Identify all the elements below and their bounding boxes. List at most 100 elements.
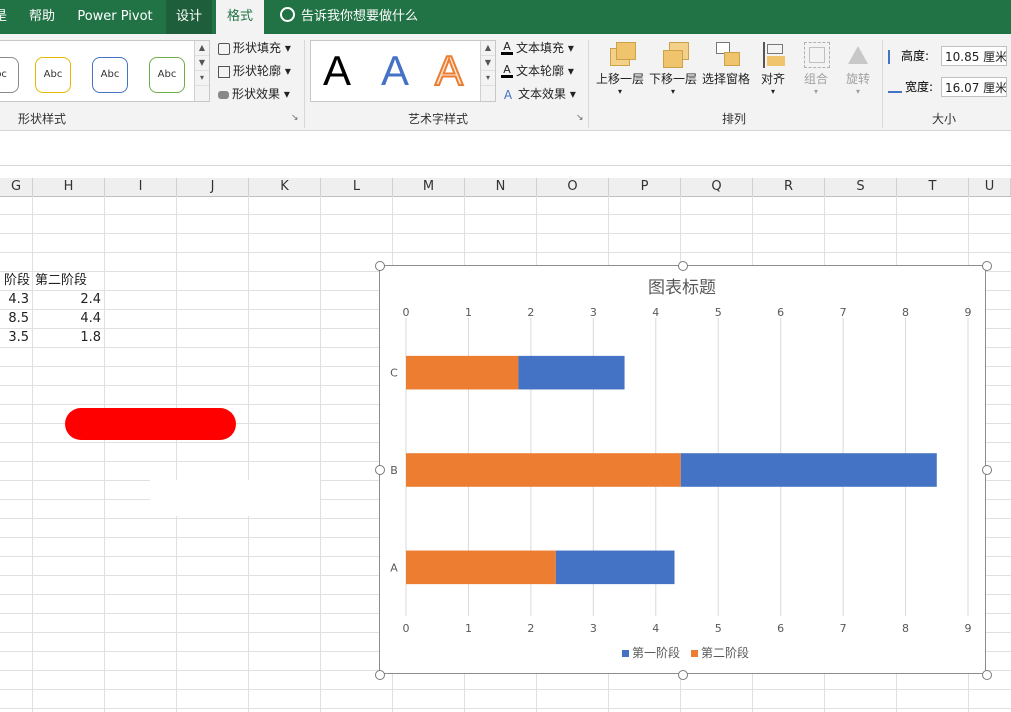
resize-handle-top[interactable] [678, 261, 688, 271]
shape-preset-2[interactable]: Abc [35, 57, 71, 93]
gallery-more-icon[interactable]: ▾ [195, 71, 209, 86]
scroll-up-icon[interactable]: ▲ [195, 41, 209, 56]
chart-legend[interactable]: 第一阶段 第二阶段 [622, 645, 749, 660]
cell-g-row3[interactable]: 3.5 [0, 329, 29, 347]
text-effects-button[interactable]: A 文本效果 ▾ [501, 84, 576, 104]
column-header-k[interactable]: K [249, 178, 321, 196]
wordart-gallery: A A A ▲ ▼ ▾ [310, 40, 496, 102]
column-header-n[interactable]: N [465, 178, 537, 196]
wordart-preset-blue[interactable]: A [381, 47, 409, 95]
resize-handle-bottom[interactable] [678, 670, 688, 680]
send-backward-button[interactable]: 下移一层 ▾ [647, 40, 699, 96]
wordart-preset-orange-outline[interactable]: A [434, 46, 464, 95]
height-icon [888, 49, 898, 64]
cell-h-row3[interactable]: 1.8 [34, 329, 101, 347]
cell-g-header[interactable]: 阶段 [0, 272, 30, 290]
blank-shape[interactable] [150, 480, 320, 516]
tell-me-search[interactable]: 告诉我你想要做什么 [280, 0, 480, 34]
resize-handle-bottom-left[interactable] [375, 670, 385, 680]
resize-handle-left[interactable] [375, 465, 385, 475]
formula-bar[interactable] [0, 131, 1011, 166]
bar-A-series2[interactable] [406, 550, 556, 585]
column-header-h[interactable]: H [33, 178, 105, 196]
chart-title[interactable]: 图表标题 [648, 278, 716, 298]
resize-handle-top-left[interactable] [375, 261, 385, 271]
tab-format[interactable]: 格式 [216, 0, 264, 36]
rotate-button[interactable]: 旋转 ▾ [838, 40, 878, 96]
column-header-u[interactable]: U [969, 178, 1011, 196]
text-fill-button[interactable]: A 文本填充 ▾ [501, 38, 574, 58]
cell-h-row1[interactable]: 2.4 [34, 291, 101, 309]
bar-A-series1[interactable] [555, 550, 675, 585]
bar-B-series1[interactable] [680, 453, 937, 487]
column-header-m[interactable]: M [393, 178, 465, 196]
gallery-more-icon[interactable]: ▾ [481, 71, 495, 86]
tab-design[interactable]: 设计 [166, 0, 212, 34]
selection-pane-button[interactable]: 选择窗格 [700, 40, 752, 87]
column-header-g[interactable]: G [0, 178, 33, 196]
grid-col-line [32, 196, 33, 712]
category-label: A [390, 561, 398, 574]
shape-effects-button[interactable]: 形状效果 ▾ [218, 84, 290, 104]
shape-gallery-scroll[interactable]: ▲ ▼ ▾ [194, 41, 209, 101]
grid-row-line [0, 689, 1011, 690]
shape-fill-button[interactable]: 形状填充 ▾ [218, 38, 291, 58]
dialog-launcher-icon[interactable]: ↘ [576, 113, 584, 123]
tab-partial[interactable]: 是 [0, 0, 22, 34]
cell-h-row2[interactable]: 4.4 [34, 310, 101, 328]
cell-g-row2[interactable]: 8.5 [0, 310, 29, 328]
stacked-bar-chart: 图表标题 0 0 1 1 2 2 3 3 4 4 5 5 6 6 7 7 8 8 9 9 A B C 第一阶段 第二阶段 [390, 278, 971, 660]
grid-row-line [0, 252, 1011, 253]
red-rounded-rectangle-shape[interactable] [65, 408, 236, 440]
chart-area[interactable]: 图表标题 0 0 1 1 2 2 3 3 4 4 5 5 6 6 7 7 8 8 9 9 A B C 第一阶段 第二阶段 [379, 265, 986, 674]
tab-power-pivot[interactable]: Power Pivot [70, 0, 160, 34]
dialog-launcher-icon[interactable]: ↘ [291, 113, 299, 123]
align-button[interactable]: 对齐 ▾ [754, 40, 792, 96]
column-header-q[interactable]: Q [681, 178, 753, 196]
column-header-p[interactable]: P [609, 178, 681, 196]
text-outline-button[interactable]: A 文本轮廓 ▾ [501, 61, 574, 81]
scroll-down-icon[interactable]: ▼ [481, 56, 495, 71]
grid-col-line [104, 196, 105, 712]
shape-preset-4[interactable]: Abc [149, 57, 185, 93]
legend-swatch [622, 650, 629, 657]
group-label-shape-styles: 形状样式 [18, 112, 67, 126]
wordart-preset-black[interactable]: A [323, 47, 351, 95]
width-input[interactable]: 16.07 厘米 [941, 77, 1007, 97]
resize-handle-top-right[interactable] [982, 261, 992, 271]
group-button[interactable]: 组合 ▾ [796, 40, 836, 96]
wordart-gallery-scroll[interactable]: ▲ ▼ ▾ [480, 41, 495, 101]
x-tick-label-bottom: 0 [403, 622, 410, 635]
bar-B-series2[interactable] [406, 453, 681, 487]
pencil-icon [218, 65, 230, 78]
bar-C-series2[interactable] [406, 355, 519, 390]
x-tick-label-top: 6 [777, 306, 784, 319]
column-headers: G H I J K L M N O P Q R S T U [0, 178, 1011, 197]
group-separator [304, 40, 305, 128]
bring-forward-button[interactable]: 上移一层 ▾ [594, 40, 646, 96]
column-header-l[interactable]: L [321, 178, 393, 196]
shape-preset-1[interactable]: bc [0, 57, 19, 93]
height-input[interactable]: 10.85 厘米 [941, 46, 1007, 66]
shape-preset-3[interactable]: Abc [92, 57, 128, 93]
x-tick-label-bottom: 5 [715, 622, 722, 635]
group-separator [588, 40, 589, 128]
scroll-down-icon[interactable]: ▼ [195, 56, 209, 71]
column-header-o[interactable]: O [537, 178, 609, 196]
resize-handle-right[interactable] [982, 465, 992, 475]
column-header-j[interactable]: J [177, 178, 249, 196]
column-header-t[interactable]: T [897, 178, 969, 196]
column-header-s[interactable]: S [825, 178, 897, 196]
cell-h-header[interactable]: 第二阶段 [35, 272, 87, 290]
tab-help[interactable]: 帮助 [22, 0, 62, 34]
scroll-up-icon[interactable]: ▲ [481, 41, 495, 56]
x-tick-label-bottom: 3 [590, 622, 597, 635]
sheet-gap [0, 166, 1011, 178]
column-header-r[interactable]: R [753, 178, 825, 196]
search-icon [280, 7, 295, 22]
resize-handle-bottom-right[interactable] [982, 670, 992, 680]
bar-C-series1[interactable] [518, 355, 625, 390]
cell-g-row1[interactable]: 4.3 [0, 291, 29, 309]
shape-outline-button[interactable]: 形状轮廓 ▾ [218, 61, 291, 81]
column-header-i[interactable]: I [105, 178, 177, 196]
